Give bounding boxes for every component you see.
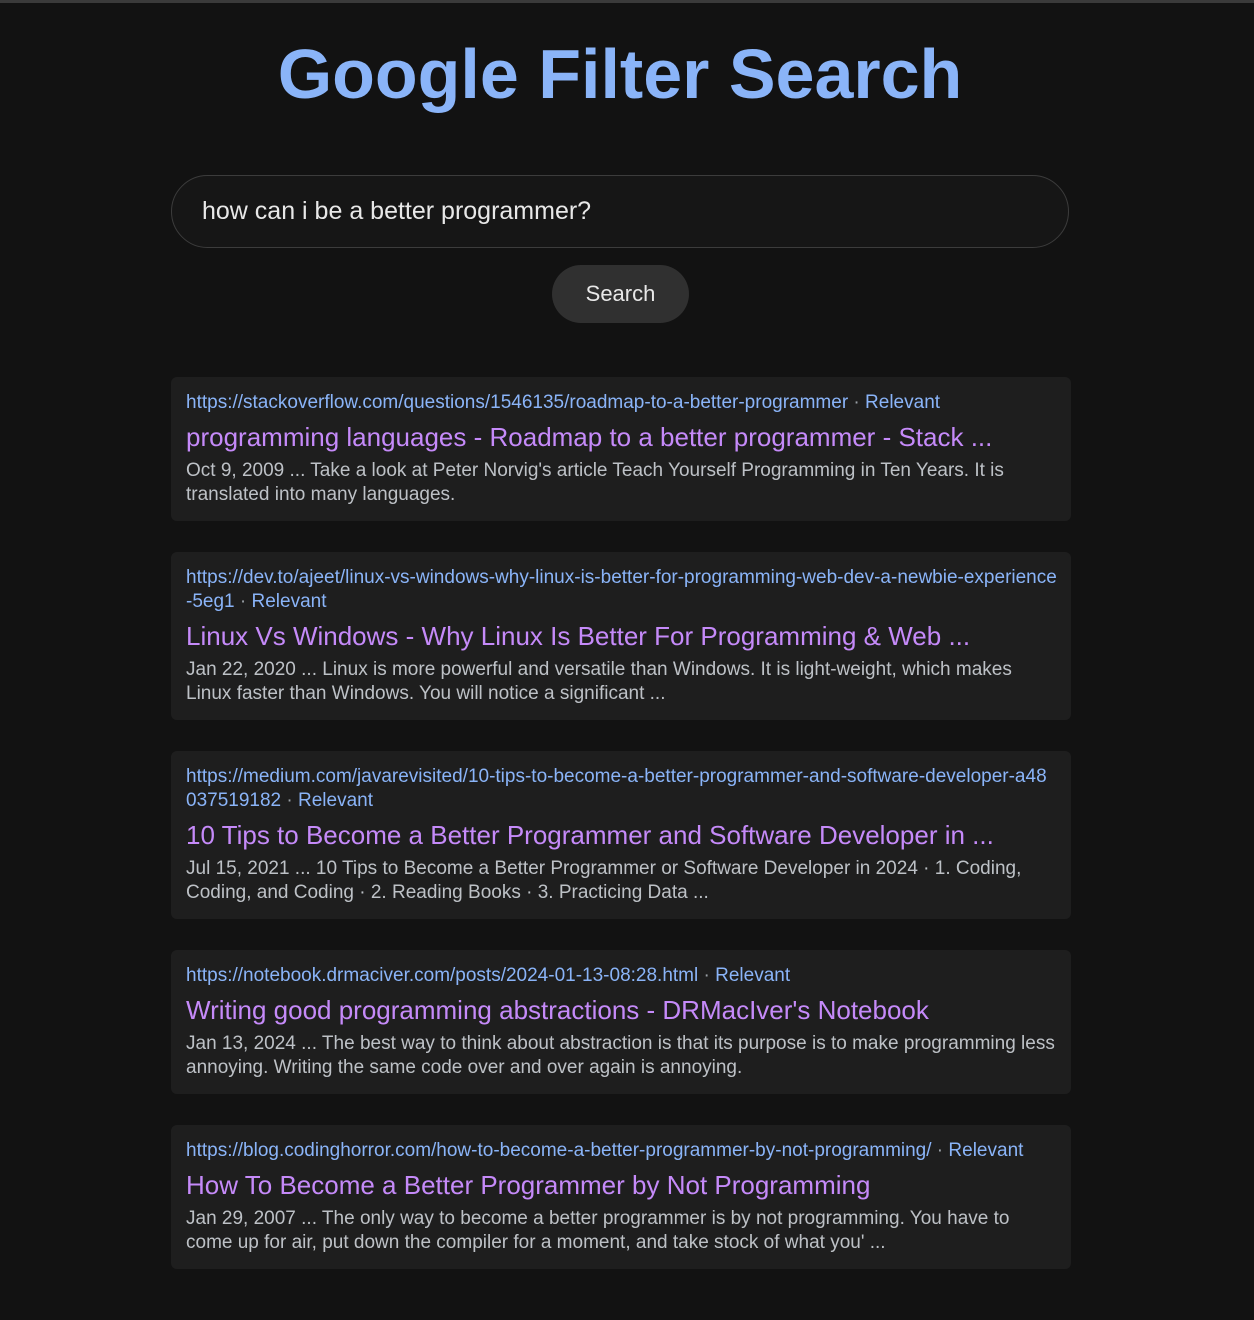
result-separator: · [848,392,866,413]
result-title-link[interactable]: Writing good programming abstractions - … [186,994,1057,1026]
result-meta: https://blog.codinghorror.com/how-to-bec… [186,1139,1057,1163]
page-title: Google Filter Search [277,35,963,113]
result-snippet: Jan 13, 2024 ... The best way to think a… [186,1033,1055,1078]
relevance-tag: Relevant [298,790,373,811]
result-title-link[interactable]: Linux Vs Windows - Why Linux Is Better F… [186,620,1057,652]
relevance-tag: Relevant [251,591,327,612]
relevance-tag: Relevant [715,965,791,986]
top-border [0,0,1254,3]
result-snippet: Jan 29, 2007 ... The only way to become … [186,1208,1010,1253]
relevance-tag: Relevant [865,392,941,413]
result-title-link[interactable]: programming languages - Roadmap to a bet… [186,421,1057,453]
search-box[interactable] [171,175,1069,248]
search-button[interactable]: Search [552,265,689,323]
result-meta: https://medium.com/javarevisited/10-tips… [186,765,1057,813]
result-snippet: Jan 22, 2020 ... Linux is more powerful … [186,659,1012,704]
result-url[interactable]: https://stackoverflow.com/questions/1546… [186,392,848,413]
result-card: https://medium.com/javarevisited/10-tips… [171,751,1071,919]
results-list: https://stackoverflow.com/questions/1546… [171,377,1071,1300]
relevance-tag: Relevant [948,1140,1024,1161]
result-card: https://stackoverflow.com/questions/1546… [171,377,1071,521]
result-card: https://dev.to/ajeet/linux-vs-windows-wh… [171,552,1071,720]
result-url[interactable]: https://blog.codinghorror.com/how-to-bec… [186,1140,932,1161]
result-url[interactable]: https://notebook.drmaciver.com/posts/202… [186,965,698,986]
result-meta: https://dev.to/ajeet/linux-vs-windows-wh… [186,566,1057,614]
result-meta: https://notebook.drmaciver.com/posts/202… [186,964,1057,988]
result-snippet: Oct 9, 2009 ... Take a look at Peter Nor… [186,460,1004,505]
result-separator: · [698,965,716,986]
result-separator: · [931,1140,949,1161]
result-meta: https://stackoverflow.com/questions/1546… [186,391,1057,415]
search-input[interactable] [202,176,1042,247]
result-snippet: Jul 15, 2021 ... 10 Tips to Become a Bet… [186,858,1022,903]
result-title-link[interactable]: 10 Tips to Become a Better Programmer an… [186,819,1057,851]
result-card: https://blog.codinghorror.com/how-to-bec… [171,1125,1071,1269]
result-title-link[interactable]: How To Become a Better Programmer by Not… [186,1169,1057,1201]
result-separator: · [281,790,298,811]
result-card: https://notebook.drmaciver.com/posts/202… [171,950,1071,1094]
result-separator: · [234,591,252,612]
